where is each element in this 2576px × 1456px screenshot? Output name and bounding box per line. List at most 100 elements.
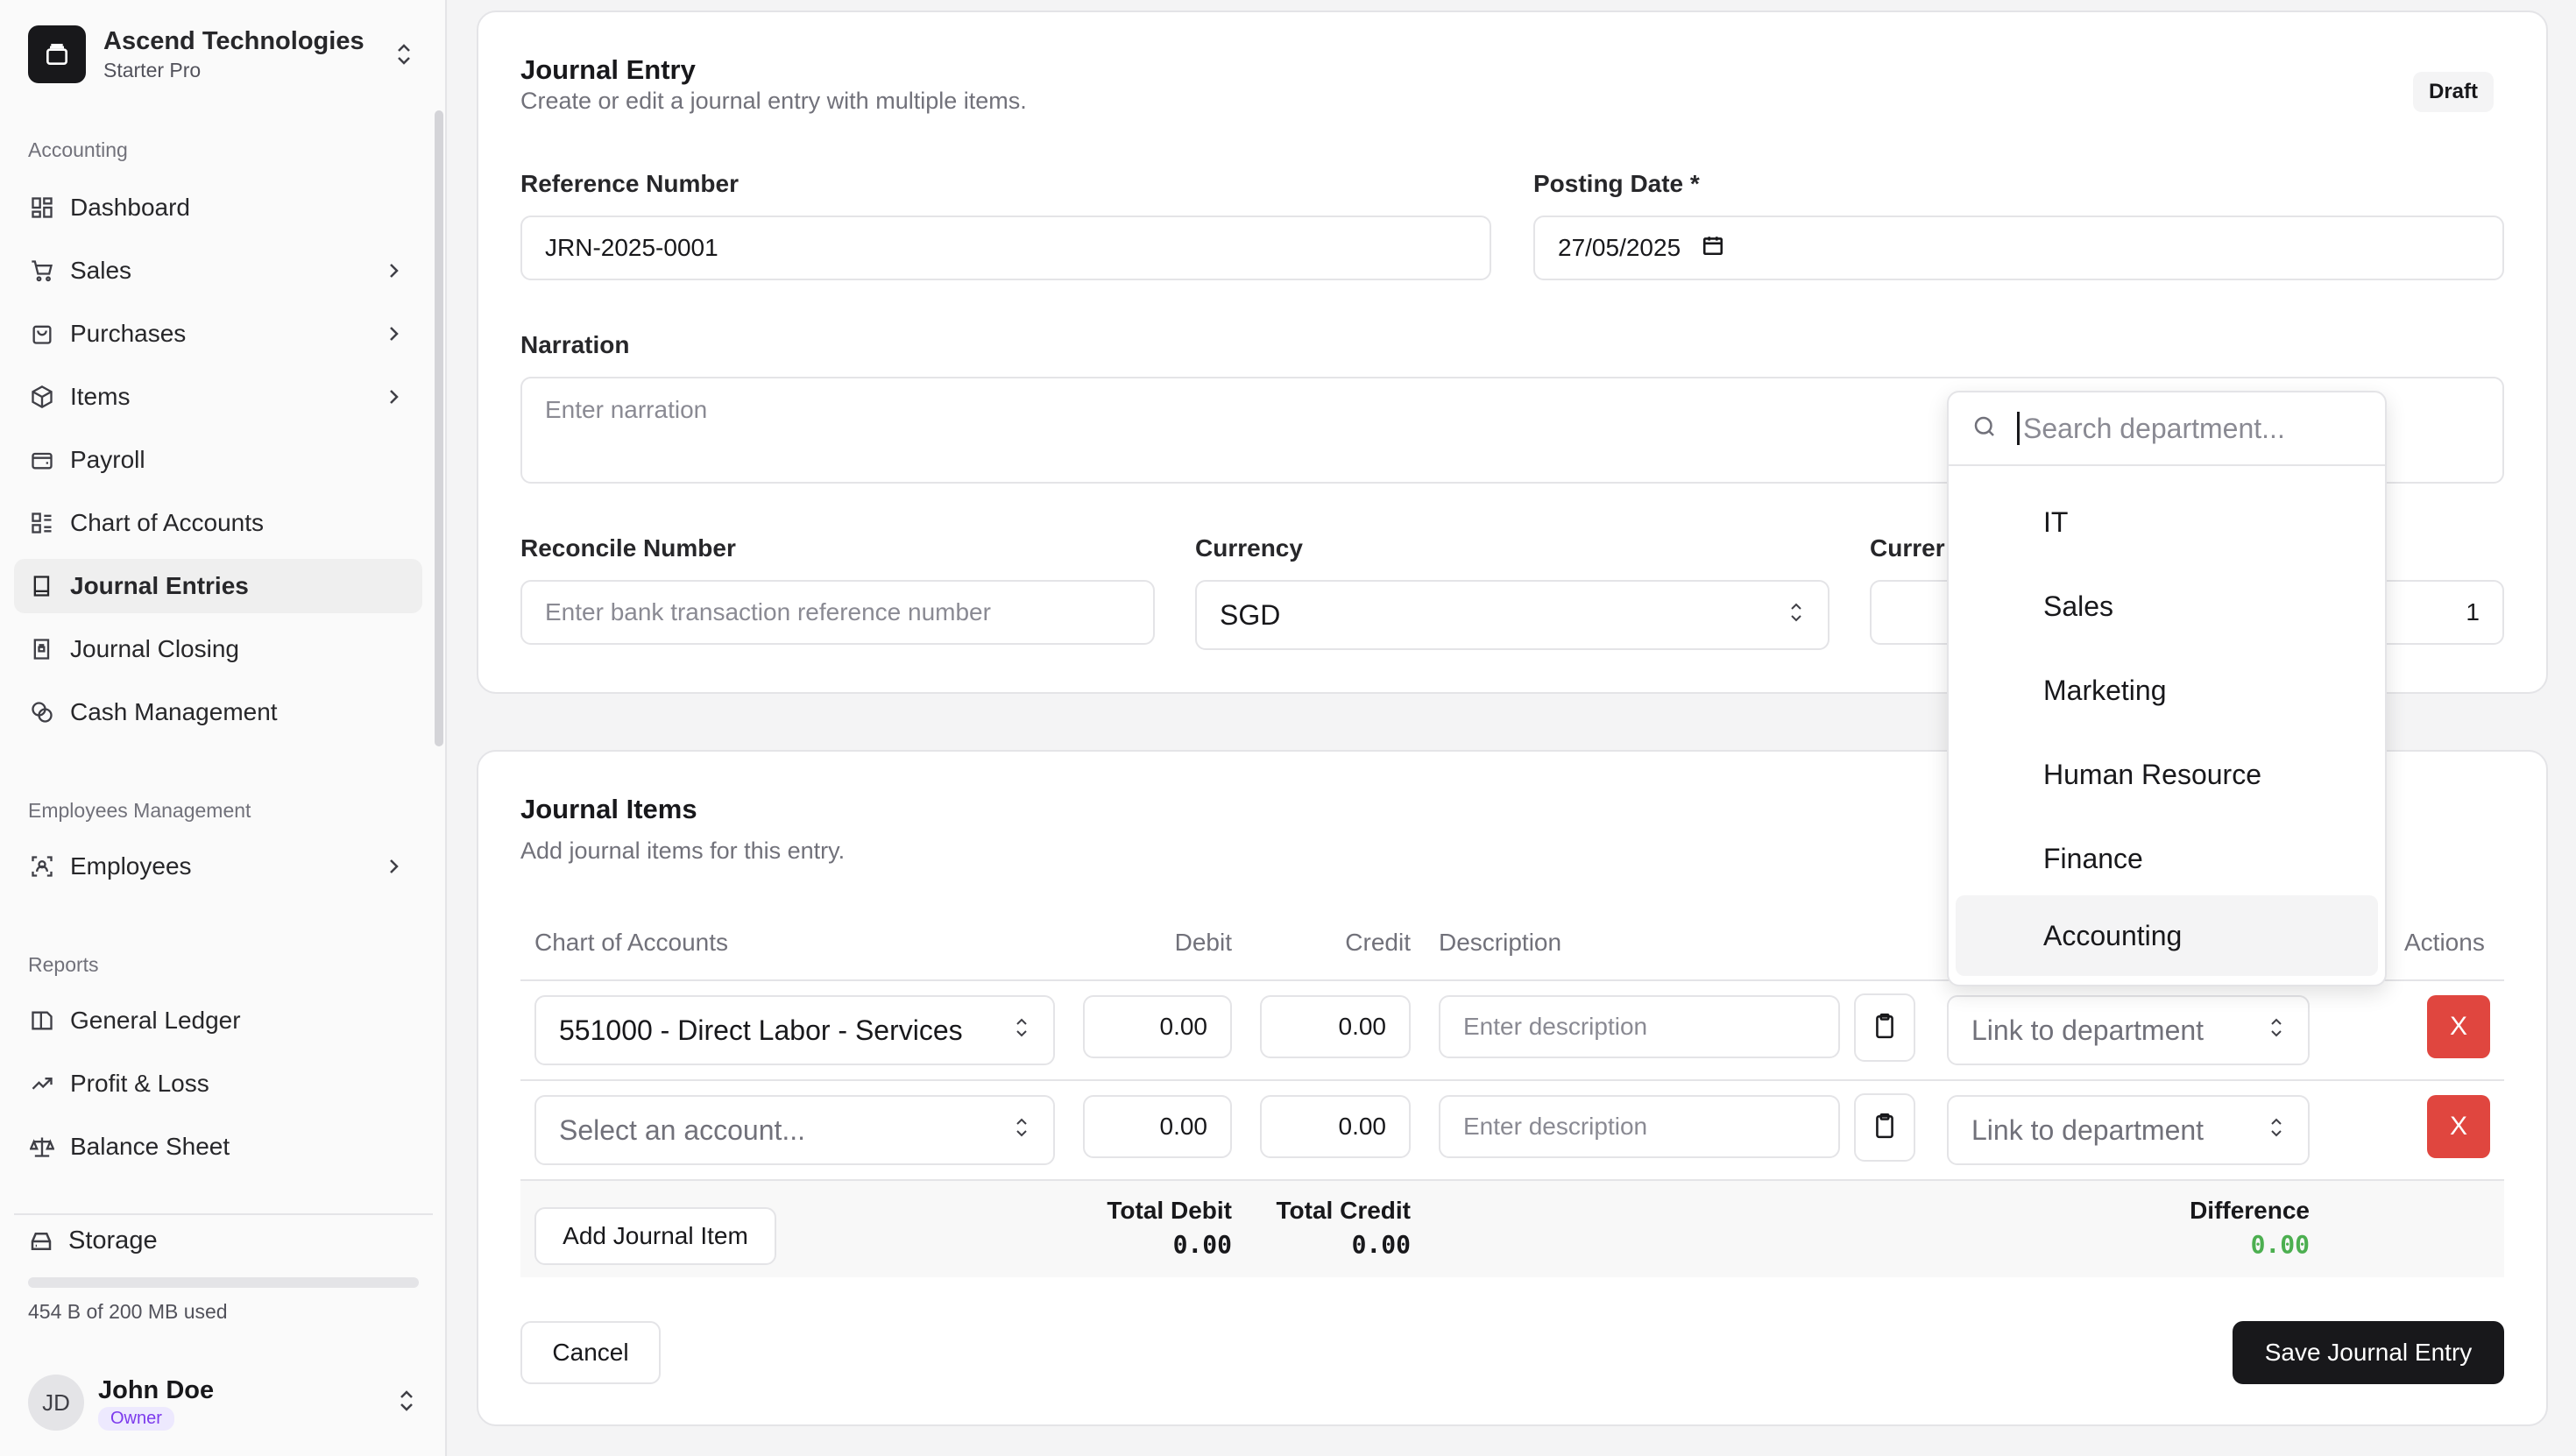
header-debit: Debit [1174, 929, 1232, 956]
sidebar-item-dashboard[interactable]: Dashboard [14, 180, 422, 235]
exchange-rate-label: Currer [1870, 534, 1945, 562]
chevron-up-down-icon [2268, 1114, 2285, 1147]
description-input[interactable]: Enter description [1439, 995, 1840, 1058]
debit-input[interactable]: 0.00 [1083, 995, 1232, 1058]
credit-input[interactable]: 0.00 [1260, 995, 1411, 1058]
cancel-button[interactable]: Cancel [520, 1321, 661, 1384]
account-select[interactable]: Select an account... [534, 1095, 1055, 1165]
department-option[interactable]: IT [1956, 482, 2378, 562]
hard-drive-icon [28, 1228, 54, 1255]
sidebar-item-general-ledger[interactable]: General Ledger [14, 993, 422, 1048]
header-actions: Actions [2404, 929, 2485, 956]
chevron-right-icon [380, 323, 408, 344]
org-plan: Starter Pro [103, 59, 202, 81]
org-name: Ascend Technologies [103, 27, 364, 55]
add-journal-item-button[interactable]: Add Journal Item [534, 1207, 776, 1265]
total-debit-label: Total Debit [1107, 1197, 1232, 1224]
totals-row [520, 1181, 2504, 1277]
posting-date-input[interactable]: 27/05/2025 [1533, 216, 2504, 280]
book-icon [28, 572, 56, 600]
posting-date-label: Posting Date * [1533, 170, 1700, 197]
department-option[interactable]: Marketing [1956, 650, 2378, 731]
sidebar-item-balance-sheet[interactable]: Balance Sheet [14, 1120, 422, 1174]
cart-icon [28, 257, 56, 285]
department-value: Link to department [1971, 1113, 2204, 1146]
difference-label: Difference [2190, 1197, 2310, 1224]
sidebar-item-label: Cash Management [70, 698, 278, 725]
department-search-input[interactable]: Search department... [2017, 412, 2285, 445]
sidebar-item-label: Sales [70, 257, 132, 284]
reconcile-input[interactable]: Enter bank transaction reference number [520, 580, 1155, 645]
avatar: JD [28, 1375, 84, 1431]
trending-up-icon [28, 1070, 56, 1098]
chevron-up-down-icon [1787, 599, 1805, 632]
department-option[interactable]: Accounting [1956, 895, 2378, 976]
clipboard-icon [1873, 1013, 1896, 1043]
nav-group-reports: Reports [28, 953, 99, 976]
org-switcher[interactable]: Ascend Technologies Starter Pro [14, 14, 431, 95]
sidebar-item-label: Payroll [70, 446, 145, 473]
sidebar-item-journal-entries[interactable]: Journal Entries [14, 559, 422, 613]
org-logo-icon [28, 25, 86, 83]
department-select[interactable]: Link to department [1947, 995, 2310, 1065]
sidebar-scrollbar[interactable] [435, 110, 443, 746]
department-value: Link to department [1971, 1014, 2204, 1046]
storage-label: Storage [68, 1226, 158, 1255]
sidebar-item-label: Chart of Accounts [70, 509, 265, 536]
currency-select[interactable]: SGD [1195, 580, 1829, 650]
account-select[interactable]: 551000 - Direct Labor - Services [534, 995, 1055, 1065]
storage-row: Storage [28, 1226, 158, 1255]
book-lock-icon [28, 635, 56, 663]
sidebar-item-label: Journal Closing [70, 635, 239, 662]
chevron-right-icon [380, 386, 408, 407]
calendar-icon[interactable] [1702, 234, 1724, 263]
header-account: Chart of Accounts [534, 929, 729, 956]
account-value: Select an account... [559, 1113, 806, 1146]
id-badge-icon [28, 852, 56, 880]
header-description: Description [1439, 929, 1562, 956]
list-icon [28, 509, 56, 537]
sidebar-item-cash-management[interactable]: Cash Management [14, 685, 422, 739]
sidebar-item-purchases[interactable]: Purchases [14, 307, 422, 361]
nav-group-accounting: Accounting [28, 138, 128, 161]
user-menu[interactable]: JD John Doe Owner [14, 1365, 431, 1440]
sidebar-item-profit-loss[interactable]: Profit & Loss [14, 1057, 422, 1111]
save-journal-entry-button[interactable]: Save Journal Entry [2233, 1321, 2504, 1384]
department-option[interactable]: Sales [1956, 566, 2378, 647]
ledger-icon [28, 1007, 56, 1035]
remove-row-button[interactable]: X [2427, 1095, 2490, 1158]
department-search[interactable]: Search department... [1949, 392, 2385, 466]
page-subtitle: Create or edit a journal entry with mult… [520, 88, 1027, 114]
currency-value: SGD [1220, 598, 1281, 631]
credit-input[interactable]: 0.00 [1260, 1095, 1411, 1158]
debit-input[interactable]: 0.00 [1083, 1095, 1232, 1158]
sidebar-item-payroll[interactable]: Payroll [14, 433, 422, 487]
department-option[interactable]: Human Resource [1956, 734, 2378, 815]
section-subtitle: Add journal items for this entry. [520, 838, 846, 864]
sidebar-item-employees[interactable]: Employees [14, 839, 422, 894]
total-debit-value: 0.00 [1172, 1230, 1232, 1259]
sidebar-item-chart-of-accounts[interactable]: Chart of Accounts [14, 496, 422, 550]
clipboard-button[interactable] [1854, 1093, 1915, 1162]
department-dropdown: Search department... IT Sales Marketing … [1947, 391, 2387, 986]
storage-progress-bar [28, 1277, 419, 1288]
sidebar-item-journal-closing[interactable]: Journal Closing [14, 622, 422, 676]
department-select[interactable]: Link to department [1947, 1095, 2310, 1165]
account-value: 551000 - Direct Labor - Services [559, 1014, 963, 1046]
dashboard-icon [28, 194, 56, 222]
clipboard-button[interactable] [1854, 993, 1915, 1062]
difference-value: 0.00 [2250, 1230, 2310, 1259]
remove-row-button[interactable]: X [2427, 995, 2490, 1058]
sidebar-item-items[interactable]: Items [14, 370, 422, 424]
sidebar-item-sales[interactable]: Sales [14, 244, 422, 298]
reference-input[interactable]: JRN-2025-0001 [520, 216, 1491, 280]
chevron-up-down-icon [1013, 1114, 1030, 1147]
chevron-up-down-icon [391, 41, 417, 67]
sidebar-item-label: Purchases [70, 320, 187, 347]
description-input[interactable]: Enter description [1439, 1095, 1840, 1158]
chevron-up-down-icon [2268, 1014, 2285, 1047]
sidebar-item-label: Items [70, 383, 131, 410]
department-option[interactable]: Finance [1956, 818, 2378, 899]
sidebar-item-label: Employees [70, 852, 192, 880]
section-title: Journal Items [520, 794, 697, 824]
